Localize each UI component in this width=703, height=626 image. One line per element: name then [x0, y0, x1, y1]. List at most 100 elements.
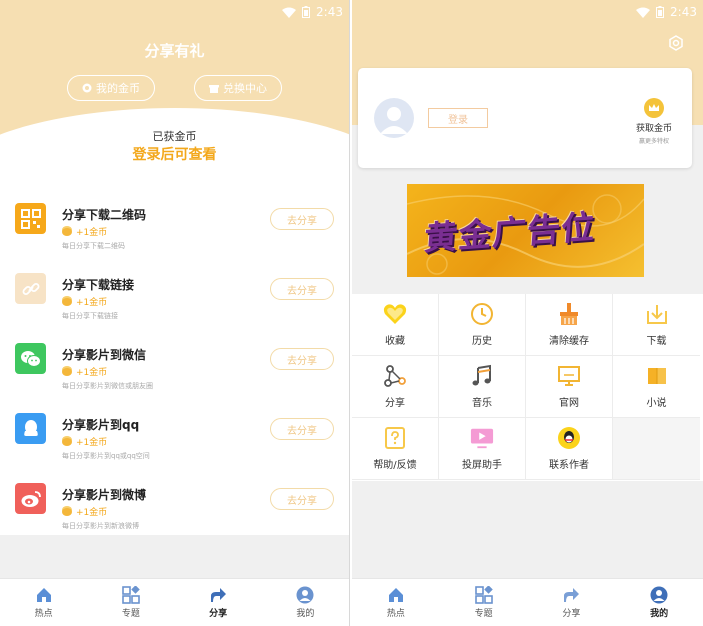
my-coins-button[interactable]: 我的金币	[67, 75, 155, 101]
book-icon	[645, 364, 669, 388]
login-button[interactable]: 登录	[428, 108, 488, 128]
topics-icon	[474, 586, 493, 604]
task-reward-text: +1金币	[76, 438, 108, 448]
nav-label: 热点	[34, 609, 53, 619]
coin-icon	[62, 437, 72, 446]
nav-label: 我的	[650, 609, 669, 619]
task-title: 分享影片到微博	[62, 488, 147, 502]
nav-item-topics[interactable]: 专题	[440, 579, 528, 626]
monitor-icon	[557, 364, 581, 388]
crown-coin-icon	[644, 98, 664, 118]
task-reward-text: +1金币	[76, 508, 108, 518]
grid-label: 联系作者	[549, 460, 589, 471]
coin-icon	[62, 297, 72, 306]
grid-label: 清除缓存	[549, 336, 589, 347]
feature-grid: 收藏 历史 清除缓存 下载 分享 音乐 官网 小说 帮助/反馈 投屏助手 联系作…	[352, 294, 703, 481]
grid-label: 小说	[646, 398, 667, 409]
grid-label: 官网	[559, 398, 579, 409]
go-share-button[interactable]: 去分享	[270, 208, 334, 230]
task-item: 分享影片到微信 +1金币 每日分享影片到微信或朋友圈 去分享	[0, 325, 349, 395]
grid-item-download[interactable]: 下载	[613, 294, 700, 356]
cast-icon	[470, 426, 494, 450]
share-icon	[383, 364, 407, 388]
task-reward-text: +1金币	[76, 228, 108, 238]
task-desc: 每日分享影片到qq或qq空间	[62, 452, 150, 460]
topics-icon	[122, 586, 140, 604]
status-time: 2:43	[670, 5, 697, 19]
my-coins-label: 我的金币	[96, 82, 140, 95]
grid-label: 音乐	[472, 398, 492, 409]
go-share-button[interactable]: 去分享	[270, 348, 334, 370]
home-icon	[35, 586, 53, 604]
grid-empty-cell	[613, 418, 700, 480]
task-title: 分享下载链接	[62, 278, 135, 292]
link-icon	[15, 273, 46, 304]
nav-label: 专题	[474, 609, 493, 619]
grid-label: 帮助/反馈	[373, 460, 417, 471]
status-bar: 2:43	[352, 0, 703, 24]
grid-item-history[interactable]: 历史	[439, 294, 526, 356]
earned-coins-value[interactable]: 登录后可查看	[0, 144, 349, 164]
task-title: 分享影片到微信	[62, 348, 147, 362]
nav-label: 我的	[296, 609, 315, 619]
battery-icon	[656, 6, 665, 18]
coin-icon	[62, 227, 72, 236]
settings-icon[interactable]	[668, 35, 684, 51]
heart-icon	[383, 302, 407, 326]
weibo-icon	[15, 483, 46, 514]
grid-item-cast[interactable]: 投屏助手	[439, 418, 526, 480]
gift-icon	[209, 83, 219, 93]
exchange-center-button[interactable]: 兑换中心	[194, 75, 282, 101]
bottom-nav: 热点 专题 分享 我的	[0, 578, 349, 626]
ad-banner[interactable]: 黄金广告位	[407, 184, 644, 277]
go-share-button[interactable]: 去分享	[270, 418, 334, 440]
nav-item-mine[interactable]: 我的	[615, 579, 703, 626]
go-share-button[interactable]: 去分享	[270, 488, 334, 510]
avatar[interactable]	[374, 98, 414, 138]
nav-label: 专题	[121, 609, 140, 619]
nav-item-share[interactable]: 分享	[528, 579, 616, 626]
get-coins-sub: 赢更多特权	[638, 138, 669, 145]
task-desc: 每日分享影片到新浪微博	[62, 522, 139, 530]
coin-icon	[62, 367, 72, 376]
task-desc: 每日分享下载二维码	[62, 242, 125, 250]
grid-item-website[interactable]: 官网	[526, 356, 613, 418]
grid-item-clear-cache[interactable]: 清除缓存	[526, 294, 613, 356]
nav-item-share[interactable]: 分享	[175, 579, 262, 626]
home-icon	[387, 586, 405, 604]
grid-label: 历史	[472, 336, 492, 347]
share-arrow-icon	[562, 586, 580, 604]
grid-item-help[interactable]: 帮助/反馈	[352, 418, 439, 480]
get-coins-button[interactable]: 获取金币 赢更多特权	[624, 98, 684, 145]
mine-screen: 2:43 登录 获取金币 赢更多特权 黄金广告位 收藏 历史 清除缓存 下载 分…	[352, 0, 703, 626]
qq-icon	[15, 413, 46, 444]
coin-icon	[82, 83, 92, 93]
grid-item-novel[interactable]: 小说	[613, 356, 700, 418]
task-reward: +1金币	[62, 435, 107, 448]
battery-icon	[302, 6, 311, 18]
task-title: 分享下载二维码	[62, 208, 147, 222]
task-desc: 每日分享下载链接	[62, 312, 118, 320]
nav-label: 热点	[386, 609, 405, 619]
grid-item-share[interactable]: 分享	[352, 356, 439, 418]
nav-item-hot[interactable]: 热点	[352, 579, 440, 626]
task-item: 分享下载链接 +1金币 每日分享下载链接 去分享	[0, 255, 349, 325]
go-share-button[interactable]: 去分享	[270, 278, 334, 300]
nav-label: 分享	[209, 609, 228, 619]
task-item: 分享影片到qq +1金币 每日分享影片到qq或qq空间 去分享	[0, 395, 349, 465]
task-item: 分享影片到微博 +1金币 每日分享影片到新浪微博 去分享	[0, 465, 349, 535]
grid-label: 收藏	[385, 336, 405, 347]
task-reward: +1金币	[62, 365, 107, 378]
user-icon	[296, 586, 314, 604]
grid-label: 下载	[646, 336, 667, 347]
grid-item-music[interactable]: 音乐	[439, 356, 526, 418]
help-icon	[383, 426, 407, 450]
nav-item-mine[interactable]: 我的	[262, 579, 349, 626]
grid-item-favorites[interactable]: 收藏	[352, 294, 439, 356]
exchange-center-label: 兑换中心	[223, 82, 267, 95]
nav-item-topics[interactable]: 专题	[87, 579, 174, 626]
qq-icon	[557, 426, 581, 450]
coin-icon	[62, 507, 72, 516]
nav-item-hot[interactable]: 热点	[0, 579, 87, 626]
grid-item-contact-author[interactable]: 联系作者	[526, 418, 613, 480]
